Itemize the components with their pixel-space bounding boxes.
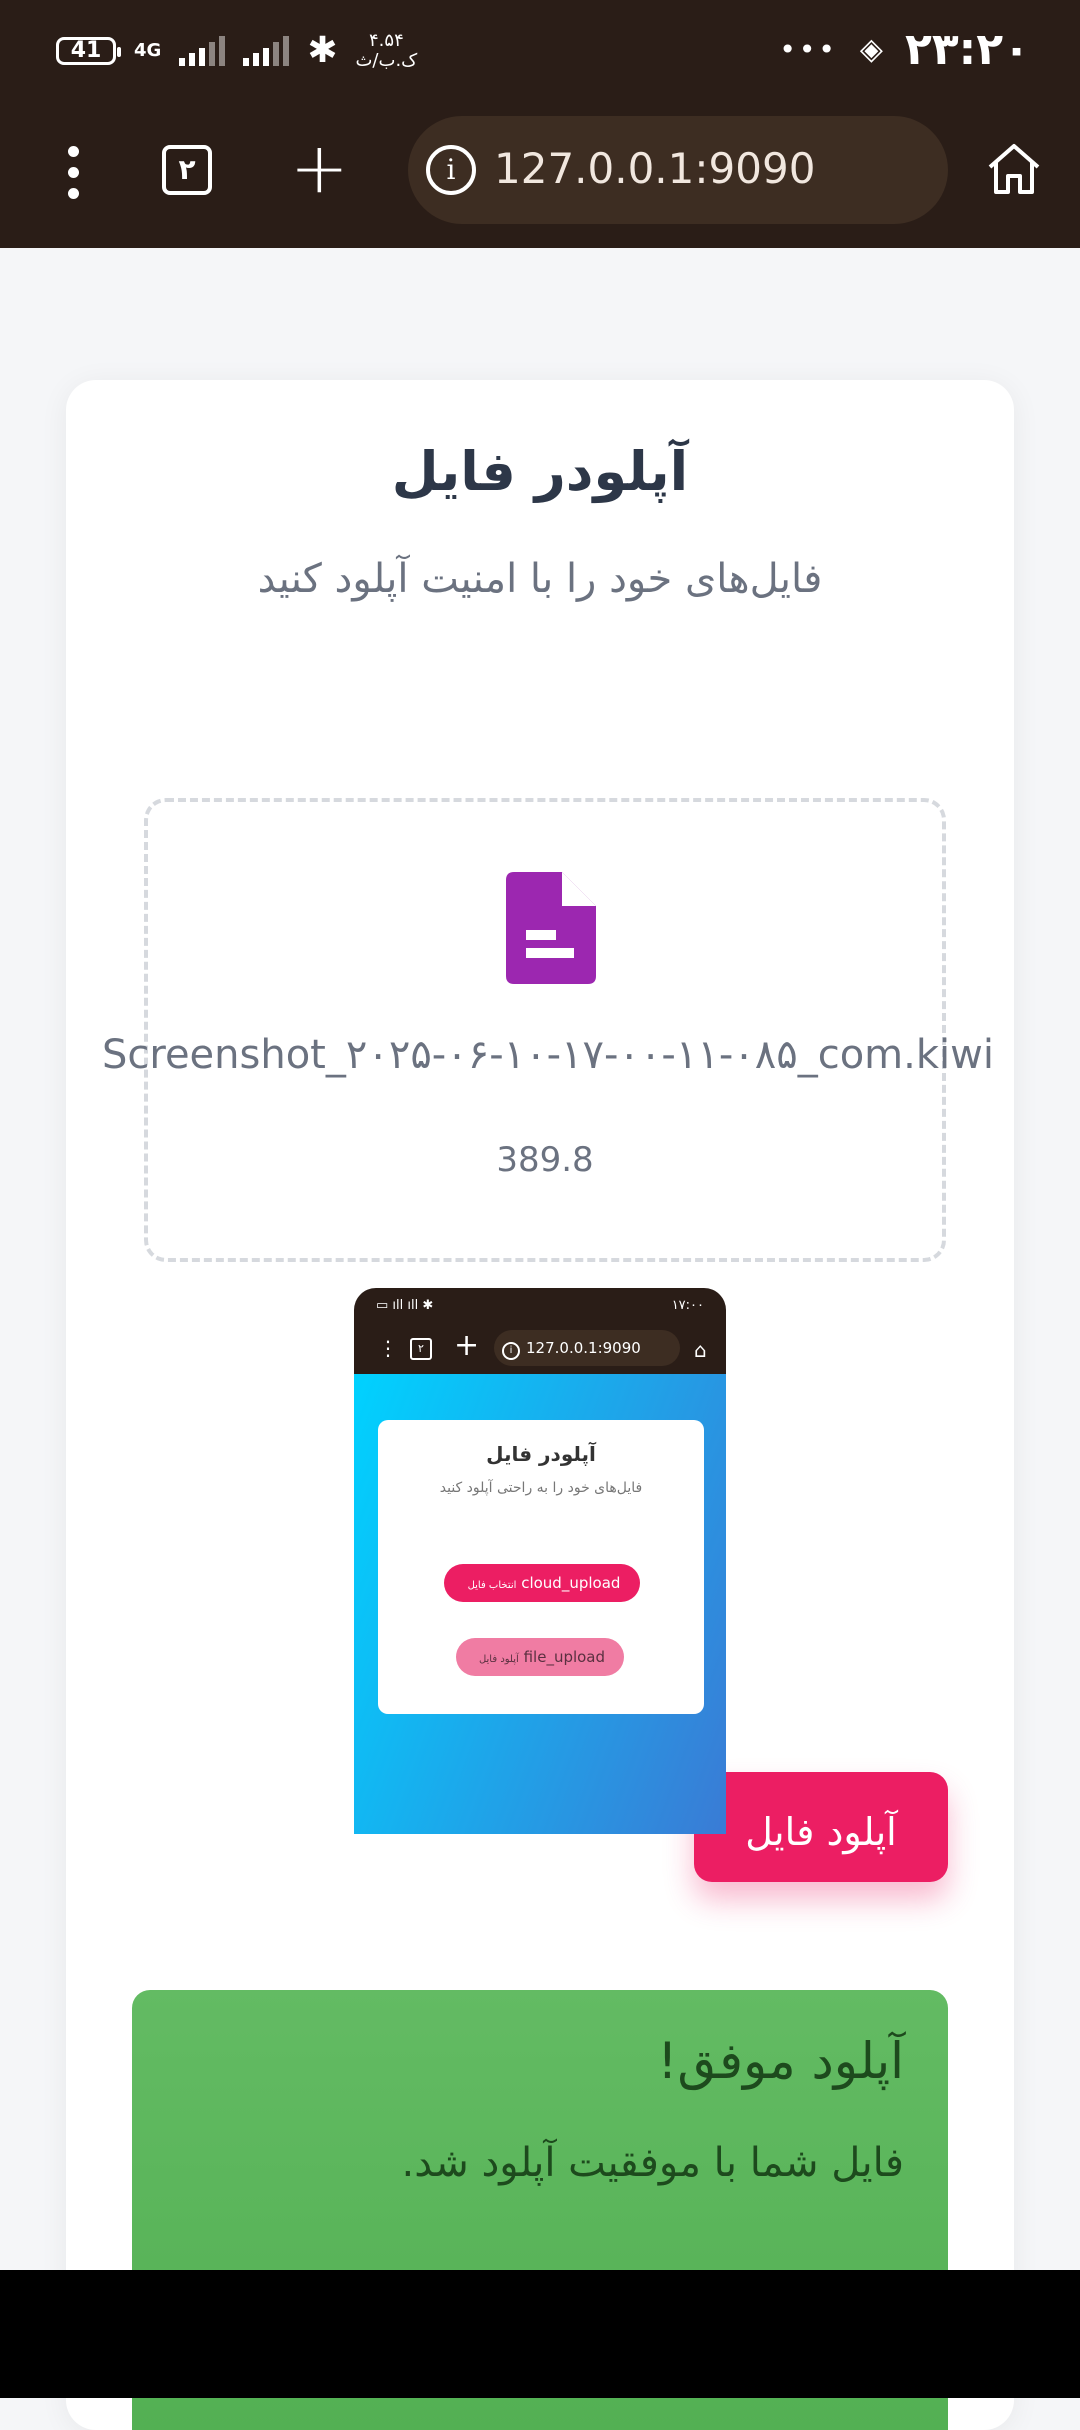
home-icon[interactable] xyxy=(984,141,1044,197)
address-bar[interactable]: i 127.0.0.1:9090 xyxy=(408,116,948,224)
preview-clock: ۱۷:۰۰ xyxy=(671,1298,704,1313)
preview-info-icon: i xyxy=(502,1342,520,1360)
selected-file-name: Screenshot_۲۰۲۵-۰۶-۱۰-۱۷-۰۰-۱۱-۰۸۵_com.k… xyxy=(102,1032,996,1078)
navigation-bar xyxy=(0,2270,1080,2398)
signal-icon xyxy=(179,35,226,66)
preview-upload-label: آپلود فایل xyxy=(478,1654,519,1665)
clock: ۲۳:۲۰ xyxy=(904,24,1030,75)
preview-select-file-button: انتخاب فایل cloud_upload xyxy=(444,1564,640,1602)
network-type: 4G xyxy=(134,39,162,61)
preview-address-bar: i 127.0.0.1:9090 xyxy=(494,1330,680,1366)
page-title: آپلودر فایل xyxy=(391,440,689,503)
layers-icon: ◈ xyxy=(859,32,883,67)
status-bar: 41 4G ✱ ۴.۵۴ ک.ب/ث ••• ◈ ۲۳:۲۰ xyxy=(0,0,1080,108)
file-dropzone[interactable]: Screenshot_۲۰۲۵-۰۶-۱۰-۱۷-۰۰-۱۱-۰۸۵_com.k… xyxy=(102,798,996,1262)
info-icon[interactable]: i xyxy=(426,145,476,195)
preview-page: آپلودر فایل فایل‌های خود را به راحتی آپل… xyxy=(354,1374,726,1834)
bluetooth-icon: ✱ xyxy=(307,30,338,71)
preview-select-label: انتخاب فایل xyxy=(467,1580,517,1591)
new-tab-icon[interactable]: + xyxy=(290,128,349,208)
tab-switcher-button[interactable]: ۲ xyxy=(162,145,212,195)
preview-status-bar: ▭ ıll ıll ✱ ۱۷:۰۰ xyxy=(354,1288,726,1324)
browser-toolbar: ۲ + i 127.0.0.1:9090 xyxy=(0,108,1080,248)
preview-plus-icon: + xyxy=(454,1328,480,1363)
page-subtitle: فایل‌های خود را با امنیت آپلود کنید xyxy=(257,556,823,602)
status-right: ••• ◈ ۲۳:۲۰ xyxy=(779,24,1030,75)
battery-level: 41 xyxy=(70,38,102,63)
upload-button[interactable]: آپلود فایل xyxy=(694,1772,948,1882)
preview-card: آپلودر فایل فایل‌های خود را به راحتی آپل… xyxy=(378,1420,704,1714)
signal-icon-2 xyxy=(243,35,290,66)
preview-subtitle: فایل‌های خود را به راحتی آپلود کنید xyxy=(439,1480,643,1496)
file-document-icon xyxy=(506,872,596,984)
preview-title: آپلودر فایل xyxy=(486,1442,596,1466)
status-left: 41 4G ✱ ۴.۵۴ ک.ب/ث xyxy=(56,30,417,71)
url-text[interactable]: 127.0.0.1:9090 xyxy=(494,144,815,193)
network-speed: ۴.۵۴ ک.ب/ث xyxy=(355,29,418,71)
preview-battery-icon: ▭ ıll ıll ✱ xyxy=(376,1298,434,1313)
battery-icon: 41 xyxy=(56,36,121,65)
menu-icon[interactable] xyxy=(68,146,80,206)
preview-file-upload-icon: file_upload xyxy=(523,1648,606,1666)
preview-cloud-upload-icon: cloud_upload xyxy=(521,1574,621,1592)
more-notifications-icon: ••• xyxy=(779,33,838,66)
preview-url: 127.0.0.1:9090 xyxy=(526,1339,641,1357)
selected-file-size: 389.8 xyxy=(496,1140,594,1180)
preview-tab-count: ۲ xyxy=(410,1338,432,1360)
preview-toolbar: ⋮ ۲ + i 127.0.0.1:9090 ⌂ xyxy=(354,1324,726,1374)
screenshot-preview: ▭ ıll ıll ✱ ۱۷:۰۰ ⋮ ۲ + i 127.0.0.1:9090 … xyxy=(354,1288,726,1834)
success-title: آپلود موفق! xyxy=(657,2032,904,2090)
success-message: فایل شما با موفقیت آپلود شد. xyxy=(401,2140,904,2186)
preview-menu-icon: ⋮ xyxy=(378,1336,398,1360)
preview-upload-file-button: آپلود فایل file_upload xyxy=(456,1638,624,1676)
preview-home-icon: ⌂ xyxy=(694,1338,707,1362)
